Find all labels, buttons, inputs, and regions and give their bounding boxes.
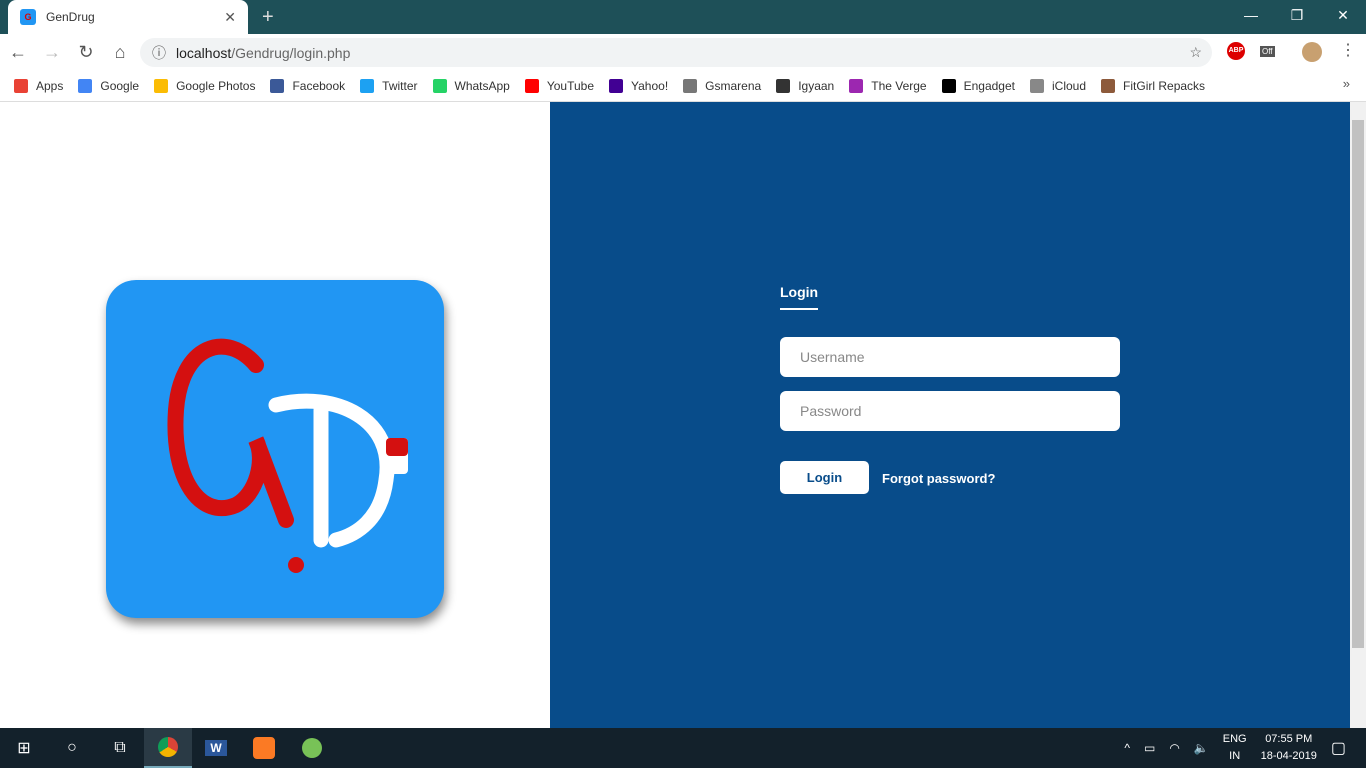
bookmark-favicon-icon <box>432 78 447 93</box>
bookmark-label: Engadget <box>963 78 1015 93</box>
android-studio-taskbar-icon[interactable] <box>288 728 336 768</box>
bookmark-fitgirl-repacks[interactable]: FitGirl Repacks <box>1101 78 1206 93</box>
bookmark-favicon-icon <box>78 78 93 93</box>
bookmark-label: Gsmarena <box>705 78 762 93</box>
bookmark-label: YouTube <box>546 78 595 93</box>
new-tab-button[interactable]: + <box>262 6 274 29</box>
bookmark-label: iCloud <box>1052 78 1087 93</box>
clock[interactable]: 07:55 PM 18-04-2019 <box>1261 731 1317 765</box>
login-heading: Login <box>780 284 819 310</box>
url-path: /Gendrug/login.php <box>231 44 351 61</box>
volume-icon[interactable]: 🔈 <box>1194 741 1209 755</box>
bookmark-star-icon[interactable]: ☆ <box>1189 44 1202 61</box>
address-bar[interactable]: ⓘ localhost/Gendrug/login.php ☆ <box>140 38 1212 67</box>
bookmark-google[interactable]: Google <box>78 78 140 93</box>
windows-start-icon[interactable]: ⊞ <box>0 728 48 768</box>
chrome-taskbar-icon[interactable] <box>144 728 192 768</box>
scrollbar-thumb[interactable] <box>1352 120 1364 648</box>
taskbar: ⊞ ○ ⧉ W ^ ▭ ◠ 🔈 ENG IN 07:55 PM 18-04-2019… <box>0 728 1366 768</box>
gendrug-logo <box>106 280 444 618</box>
bookmark-engadget[interactable]: Engadget <box>941 78 1015 93</box>
bookmark-favicon-icon <box>14 78 28 93</box>
bookmark-favicon-icon <box>609 78 624 93</box>
home-icon[interactable]: ⌂ <box>104 42 136 63</box>
show-hidden-icons[interactable]: ^ <box>1124 741 1130 755</box>
close-tab-icon[interactable]: ✕ <box>224 9 236 26</box>
menu-icon[interactable]: ⋮ <box>1340 40 1356 60</box>
bookmark-label: Yahoo! <box>631 78 669 93</box>
title-bar: G GenDrug ✕ + — ❐ ✕ <box>0 0 1366 34</box>
bookmark-icloud[interactable]: iCloud <box>1030 78 1087 93</box>
info-icon[interactable]: ⓘ <box>152 43 166 63</box>
username-input[interactable] <box>780 337 1120 377</box>
bookmark-favicon-icon <box>776 78 791 93</box>
bookmark-favicon-icon <box>849 78 864 93</box>
battery-icon[interactable]: ▭ <box>1144 741 1155 755</box>
browser-toolbar: ← → ↻ ⌂ ⓘ localhost/Gendrug/login.php ☆ … <box>0 34 1366 70</box>
scrollbar[interactable] <box>1350 102 1366 728</box>
bookmark-youtube[interactable]: YouTube <box>524 78 595 93</box>
bookmark-yahoo-[interactable]: Yahoo! <box>609 78 669 93</box>
bookmark-favicon-icon <box>270 78 285 93</box>
back-icon[interactable]: ← <box>2 42 34 63</box>
reload-icon[interactable]: ↻ <box>70 42 102 63</box>
date: 18-04-2019 <box>1260 750 1317 762</box>
bookmark-whatsapp[interactable]: WhatsApp <box>432 78 510 93</box>
bookmark-label: Twitter <box>382 78 418 93</box>
wifi-icon[interactable]: ◠ <box>1169 741 1179 755</box>
bookmark-label: Igyaan <box>798 78 835 93</box>
bookmark-igyaan[interactable]: Igyaan <box>776 78 835 93</box>
region-code: IN <box>1229 750 1241 762</box>
bookmark-label: The Verge <box>871 78 927 93</box>
bookmark-label: Apps <box>36 78 64 93</box>
bookmark-facebook[interactable]: Facebook <box>270 78 346 93</box>
time: 07:55 PM <box>1265 733 1313 745</box>
logo-panel <box>0 102 550 728</box>
bookmark-google-photos[interactable]: Google Photos <box>154 78 256 93</box>
bookmark-label: Google Photos <box>176 78 256 93</box>
bookmark-label: Facebook <box>292 78 346 93</box>
language-indicator[interactable]: ENG IN <box>1223 731 1247 765</box>
restore-button[interactable]: ❐ <box>1274 0 1320 30</box>
word-taskbar-icon[interactable]: W <box>192 728 240 768</box>
bookmark-favicon-icon <box>524 78 539 93</box>
login-button[interactable]: Login <box>780 461 869 494</box>
bookmark-label: FitGirl Repacks <box>1123 78 1206 93</box>
bookmark-apps[interactable]: Apps <box>14 78 64 93</box>
forgot-password-link[interactable]: Forgot password? <box>882 471 995 486</box>
lang-code: ENG <box>1222 733 1247 745</box>
bookmarks-bar: Apps Google Google Photos Facebook Twitter Wh… <box>0 70 1366 102</box>
url-host: localhost <box>176 44 232 61</box>
notifications-icon[interactable]: ▢ <box>1331 738 1346 758</box>
bookmark-gsmarena[interactable]: Gsmarena <box>683 78 762 93</box>
bookmark-favicon-icon <box>683 78 698 93</box>
browser-tab[interactable]: G GenDrug ✕ <box>8 0 248 34</box>
bookmark-favicon-icon <box>154 78 169 93</box>
search-cortana-icon[interactable]: ○ <box>48 728 96 768</box>
minimize-button[interactable]: — <box>1228 0 1274 30</box>
bookmark-label: WhatsApp <box>454 78 510 93</box>
bookmark-favicon-icon <box>1101 78 1116 93</box>
bookmark-twitter[interactable]: Twitter <box>360 78 418 93</box>
tab-title: GenDrug <box>46 10 95 24</box>
bookmark-the-verge[interactable]: The Verge <box>849 78 927 93</box>
bookmark-label: Google <box>100 78 140 93</box>
login-panel: Login Login Forgot password? <box>550 102 1350 728</box>
bookmark-favicon-icon <box>1030 78 1044 93</box>
adblock-icon[interactable]: ABP <box>1227 42 1245 60</box>
profile-avatar[interactable] <box>1302 42 1322 62</box>
xampp-taskbar-icon[interactable] <box>240 728 288 768</box>
forward-icon[interactable]: → <box>36 42 68 63</box>
password-input[interactable] <box>780 391 1120 431</box>
bookmark-favicon-icon <box>360 78 375 93</box>
extension-off-icon[interactable]: Off <box>1260 46 1275 57</box>
more-bookmarks-icon[interactable]: » <box>1343 76 1350 91</box>
task-view-icon[interactable]: ⧉ <box>96 728 144 768</box>
gendrug-favicon-icon: G <box>20 9 36 25</box>
bookmark-favicon-icon <box>941 78 956 93</box>
close-window-button[interactable]: ✕ <box>1320 0 1366 30</box>
